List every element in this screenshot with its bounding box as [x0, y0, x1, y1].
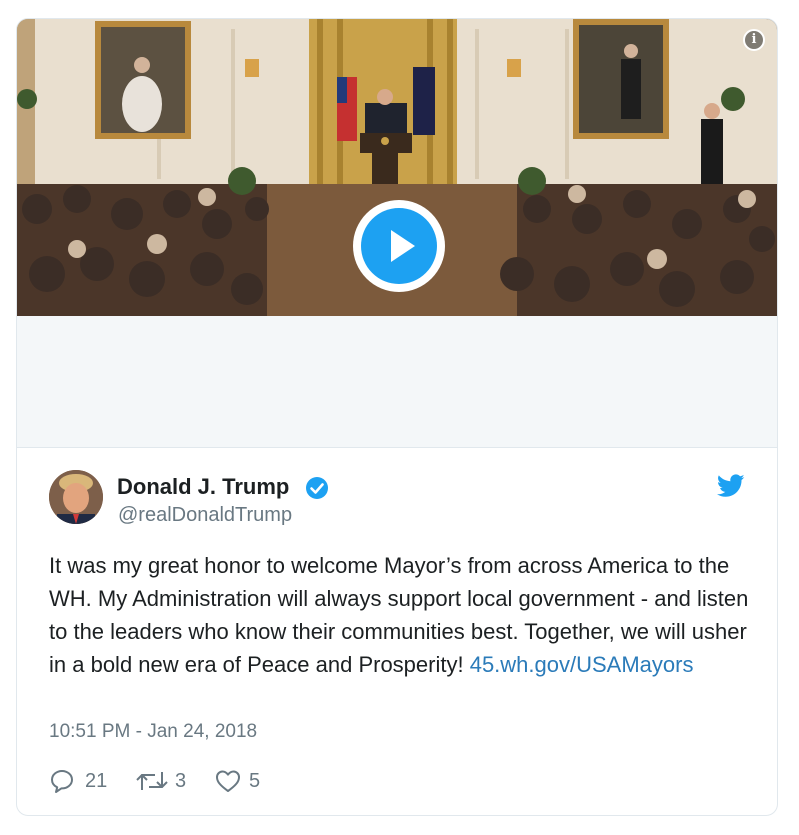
embedded-tweet-card: i Donald J. Trump @realDonaldTrump It wa… [16, 18, 778, 816]
play-icon [361, 208, 437, 284]
tweet-link[interactable]: 45.wh.gov/USAMayors [470, 652, 694, 677]
play-button[interactable] [353, 200, 445, 292]
author-handle[interactable]: @realDonaldTrump [118, 504, 292, 527]
tweet-body: Donald J. Trump @realDonaldTrump It was … [17, 448, 777, 815]
retweet-button[interactable]: 3 [135, 766, 205, 796]
retweet-icon [136, 772, 168, 790]
like-icon [216, 770, 240, 792]
tweet-text: It was my great honor to welcome Mayor’s… [49, 549, 759, 681]
like-count: 5 [249, 770, 261, 792]
twitter-bird-icon[interactable] [717, 474, 745, 498]
avatar[interactable] [49, 470, 103, 524]
info-icon[interactable]: i [743, 29, 765, 51]
verified-badge-icon [306, 477, 328, 499]
tweet-timestamp[interactable]: 10:51 PM - Jan 24, 2018 [49, 721, 257, 743]
reply-count: 21 [85, 770, 108, 792]
author-name[interactable]: Donald J. Trump [117, 474, 289, 500]
video-thumbnail[interactable]: i [17, 19, 777, 316]
retweet-count: 3 [175, 770, 187, 792]
reply-icon [51, 770, 73, 793]
reply-button[interactable]: 21 [49, 766, 119, 796]
media-placeholder-area [17, 316, 777, 448]
like-button[interactable]: 5 [215, 766, 285, 796]
